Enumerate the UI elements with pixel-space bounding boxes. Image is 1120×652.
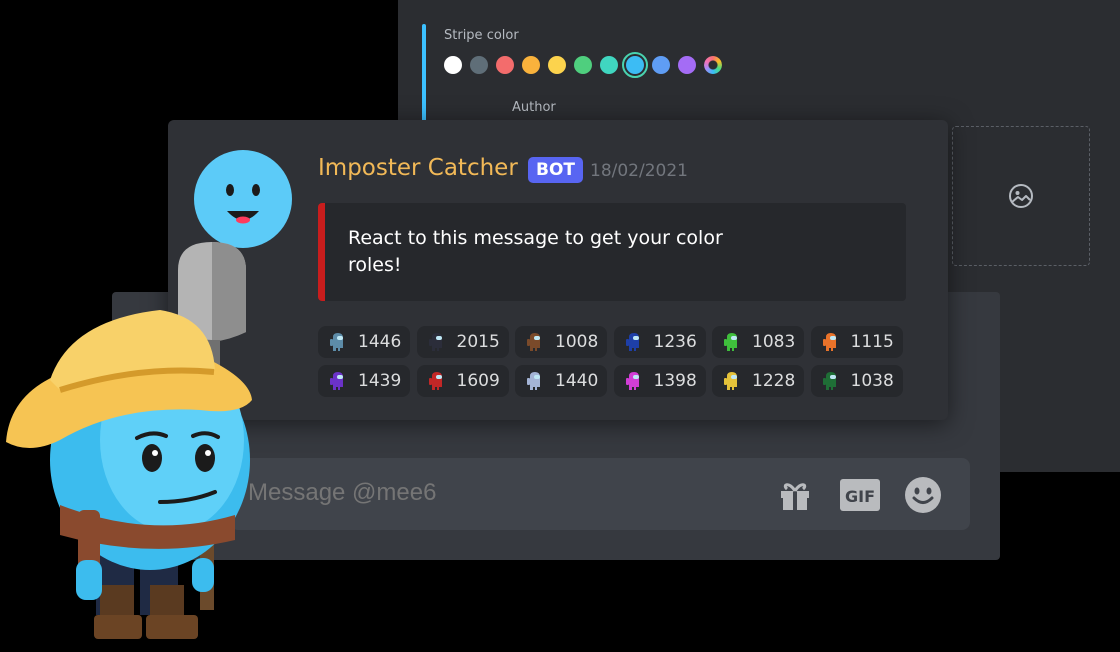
color-swatch[interactable] [678,56,696,74]
image-icon [1009,184,1033,208]
reaction-count: 1398 [653,371,697,391]
farmer-mascot-illustration [6,242,252,639]
embed-description: React to this message to get your color … [348,227,723,276]
gift-icon[interactable] [776,476,814,514]
reaction-button[interactable]: 1440 [515,365,607,397]
reaction-button[interactable]: 1115 [810,326,903,358]
reaction-button[interactable]: 1446 [318,326,410,358]
bot-username[interactable]: Imposter Catcher [318,155,518,181]
smiley-avatar-icon [226,184,260,224]
crewmate-emoji-icon [625,333,639,351]
color-swatch[interactable] [574,56,592,74]
bot-badge: BOT [528,157,584,183]
stripe-color-swatches [444,52,722,78]
reaction-count: 1446 [358,332,402,352]
embed-color-bar [318,203,325,301]
message-timestamp: 18/02/2021 [590,161,688,181]
crewmate-emoji-icon [527,372,540,390]
crewmate-emoji-icon [330,333,343,351]
custom-color-picker-icon[interactable] [704,56,722,74]
reaction-count: 1008 [555,332,599,352]
stripe-color-label: Stripe color [444,28,519,43]
reaction-count: 1609 [456,371,500,391]
reaction-count: 1228 [752,371,796,391]
color-swatch[interactable] [470,56,488,74]
emoji-icon[interactable] [904,476,942,514]
color-swatch[interactable] [652,56,670,74]
reaction-count: 1038 [850,371,894,391]
gif-icon[interactable]: GIF [839,476,880,514]
reaction-button[interactable]: 1609 [416,365,509,397]
reaction-button[interactable]: 1398 [613,365,706,397]
reaction-button[interactable]: 1008 [515,326,607,358]
message-embed: React to this message to get your color … [318,203,906,301]
reaction-button[interactable]: 1228 [712,365,804,397]
reaction-button[interactable]: 1038 [810,365,903,397]
embed-accent-bar [422,24,426,128]
crewmate-emoji-icon [724,333,737,351]
reaction-count: 1236 [653,332,697,352]
color-swatch[interactable] [600,56,618,74]
crewmate-emoji-icon [822,372,836,390]
reaction-button[interactable]: 2015 [416,326,509,358]
crewmate-emoji-icon [822,333,836,351]
author-label: Author [512,100,556,115]
color-swatch[interactable] [622,52,648,78]
reaction-count: 2015 [456,332,500,352]
message-input[interactable] [246,478,650,508]
bot-avatar[interactable] [194,150,292,248]
reaction-button[interactable]: 1439 [318,365,410,397]
crewmate-emoji-icon [428,372,442,390]
color-swatch[interactable] [496,56,514,74]
svg-text:GIF: GIF [845,487,875,506]
crewmate-emoji-icon [724,372,737,390]
crewmate-emoji-icon [330,372,343,390]
reaction-count: 1083 [752,332,796,352]
reaction-button[interactable]: 1236 [613,326,706,358]
crewmate-emoji-icon [625,372,639,390]
color-swatch[interactable] [444,56,462,74]
color-swatch[interactable] [548,56,566,74]
reaction-count: 1115 [850,332,894,352]
crewmate-emoji-icon [428,333,442,351]
crewmate-emoji-icon [527,333,540,351]
color-swatch[interactable] [522,56,540,74]
reaction-button[interactable]: 1083 [712,326,804,358]
image-upload-area[interactable] [952,126,1090,266]
reaction-count: 1439 [358,371,402,391]
reaction-count: 1440 [555,371,599,391]
